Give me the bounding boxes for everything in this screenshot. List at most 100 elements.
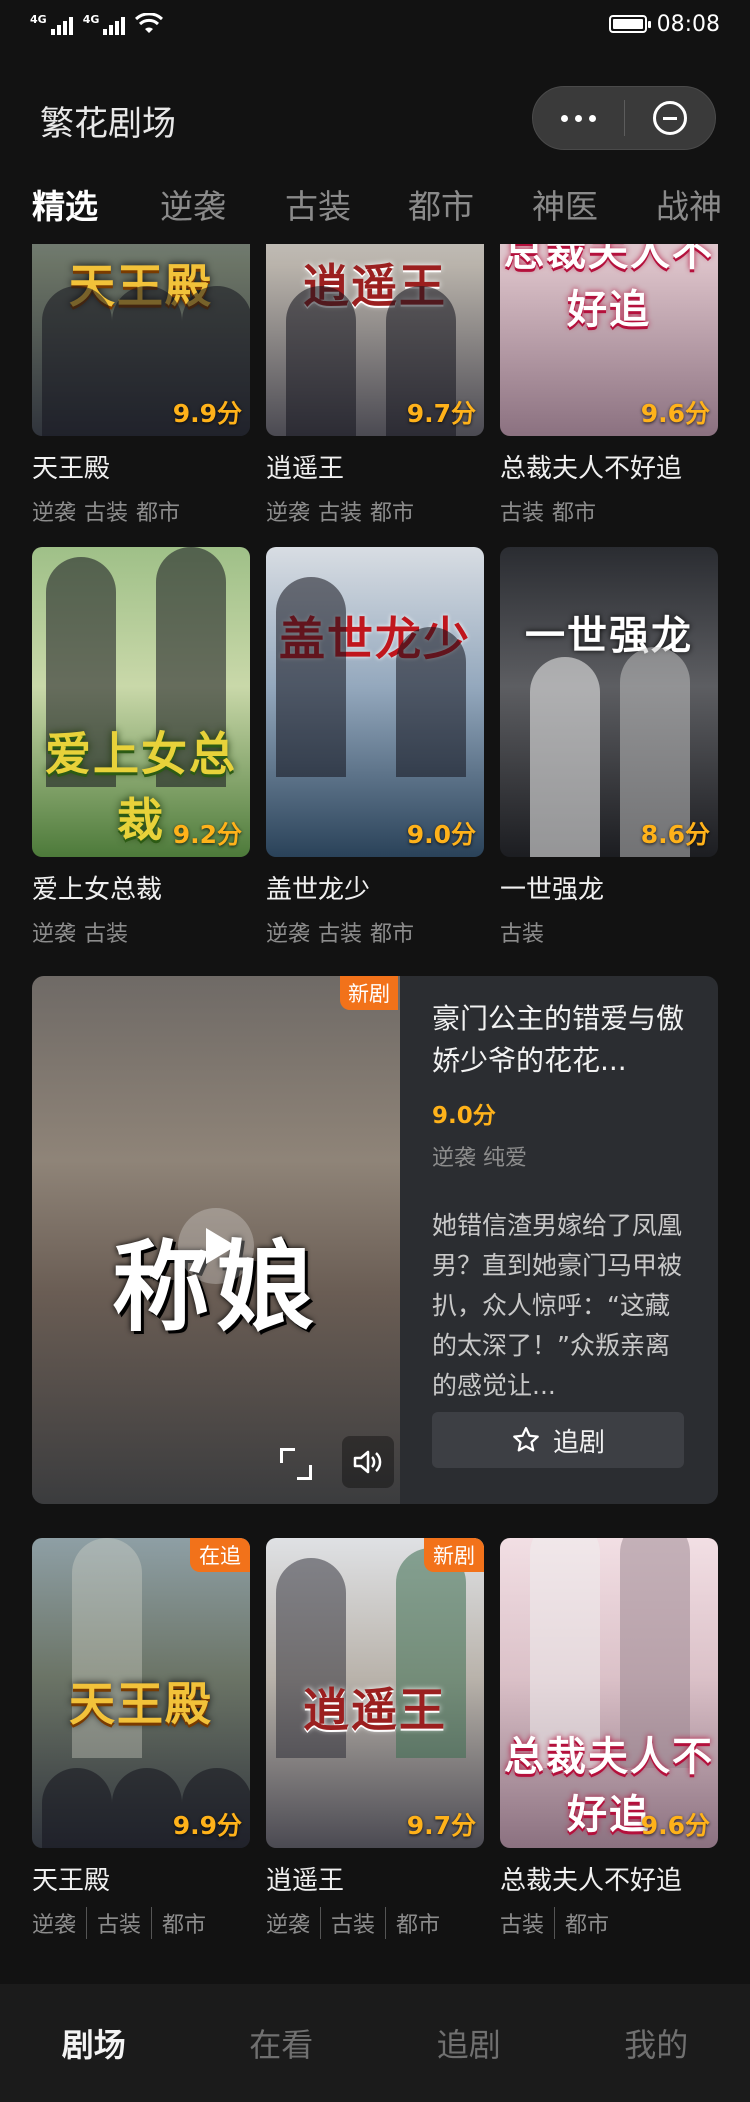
tag: 逆袭 <box>266 501 311 526</box>
category-tabs: 精选 逆袭 古装 都市 神医 战神 <box>0 180 750 240</box>
drama-tags: 逆袭 古装 <box>32 916 250 948</box>
drama-poster: 一世强龙 8.6分 <box>500 547 718 857</box>
play-icon[interactable] <box>178 1208 254 1284</box>
network-type-2: 4G <box>82 13 100 26</box>
tag: 都市 <box>136 501 181 526</box>
follow-label: 追剧 <box>552 1427 605 1458</box>
featured-tags: 逆袭 纯爱 <box>432 1146 527 1171</box>
wifi-icon <box>135 13 164 33</box>
drama-poster: 天王殿 在追 9.9分 <box>32 1538 250 1848</box>
poster-art-title: 逍遥王 <box>303 1683 447 1738</box>
speaker-icon <box>353 1450 382 1474</box>
follow-drama-button[interactable]: 追剧 <box>432 1412 684 1468</box>
drama-card[interactable]: 爱上女总裁 9.2分 爱上女总裁 逆袭 古装 <box>32 547 250 948</box>
drama-score: 8.6分 <box>640 820 710 849</box>
drama-title: 天王殿 <box>32 1866 111 1896</box>
nav-following[interactable]: 追剧 <box>375 1984 563 2102</box>
drama-tags: 逆袭 古装 都市 <box>266 1907 484 1939</box>
drama-title: 总裁夫人不好追 <box>500 1866 683 1896</box>
featured-info: 豪门公主的错爱与傲娇少爷的花花... 9.0分 逆袭 纯爱 她错信渣男嫁给了凤凰… <box>432 998 694 1406</box>
new-badge: 新剧 <box>340 976 398 1010</box>
drama-title: 盖世龙少 <box>266 875 371 905</box>
drama-poster: 爱上女总裁 9.2分 <box>32 547 250 857</box>
drama-card[interactable]: 天王殿 在追 9.9分 天王殿 逆袭 古装 都市 <box>32 1538 250 1939</box>
drama-poster: 盖世龙少 9.0分 <box>266 547 484 857</box>
drama-poster: 天王殿 9.9分 <box>32 244 250 436</box>
status-bar: 4G 4G 08:08 <box>0 0 750 48</box>
drama-card[interactable]: 一世强龙 8.6分 一世强龙 古装 <box>500 547 718 948</box>
tag: 古装 <box>318 922 363 947</box>
drama-score: 9.7分 <box>406 1811 476 1840</box>
tab-doctor[interactable]: 神医 <box>532 180 598 228</box>
drama-score: 9.6分 <box>640 399 710 428</box>
poster-art-title: 天王殿 <box>69 1677 213 1732</box>
tag: 都市 <box>552 501 597 526</box>
drama-poster: 总裁夫人不好追 9.6分 <box>500 1538 718 1848</box>
status-left: 4G 4G <box>30 13 164 35</box>
drama-score: 9.9分 <box>172 399 242 428</box>
more-icon <box>560 114 596 122</box>
drama-card[interactable]: 逍遥王 新剧 9.7分 逍遥王 逆袭 古装 都市 <box>266 1538 484 1939</box>
drama-poster: 逍遥王 新剧 9.7分 <box>266 1538 484 1848</box>
drama-tags: 古装 <box>500 916 718 948</box>
tag: 都市 <box>370 501 415 526</box>
tag: 都市 <box>151 1907 206 1939</box>
drama-title: 逍遥王 <box>266 1866 345 1896</box>
close-button[interactable] <box>625 87 716 149</box>
tag: 古装 <box>500 501 545 526</box>
more-button[interactable] <box>533 87 624 149</box>
fullscreen-icon[interactable] <box>278 1446 314 1482</box>
battery-icon <box>608 15 651 33</box>
network-type: 4G <box>30 13 47 26</box>
drama-score: 9.2分 <box>172 820 242 849</box>
bottom-nav: 剧场 在看 追剧 我的 <box>0 1984 750 2102</box>
drama-score: 9.7分 <box>406 399 476 428</box>
drama-card[interactable]: 盖世龙少 9.0分 盖世龙少 逆袭 古装 都市 <box>266 547 484 948</box>
tag: 逆袭 <box>32 922 77 947</box>
drama-tags: 古装 都市 <box>500 495 718 527</box>
drama-score: 9.0分 <box>406 820 476 849</box>
drama-card[interactable]: 天王殿 9.9分 天王殿 逆袭古装都市 <box>32 244 250 527</box>
featured-title: 豪门公主的错爱与傲娇少爷的花花... <box>432 1002 685 1077</box>
nav-mine[interactable]: 我的 <box>563 1984 750 2102</box>
featured-drama-card[interactable]: 称娘 新剧 豪门公主的错爱与傲娇少爷的花花... 9.0分 逆袭 纯爱 她错信渣… <box>32 976 718 1504</box>
tag: 都市 <box>385 1907 440 1939</box>
tab-costume[interactable]: 古装 <box>285 180 351 228</box>
drama-tags: 逆袭 古装 都市 <box>266 916 484 948</box>
drama-title: 爱上女总裁 <box>32 875 163 905</box>
tag: 古装 <box>318 501 363 526</box>
drama-title: 总裁夫人不好追 <box>500 454 683 484</box>
poster-art-title: 一世强龙 <box>525 611 693 659</box>
drama-score: 9.9分 <box>172 1811 242 1840</box>
drama-poster: 总裁夫人不好追 9.6分 <box>500 244 718 436</box>
featured-description: 她错信渣男嫁给了凤凰男？直到她豪门马甲被扒，众人惊呼：“这藏的太深了！”众叛亲离… <box>432 1211 683 1400</box>
drama-tags: 古装 都市 <box>500 1907 718 1939</box>
tag: 都市 <box>554 1907 609 1939</box>
drama-title: 逍遥王 <box>266 454 345 484</box>
drama-card[interactable]: 总裁夫人不好追 9.6分 总裁夫人不好追 古装 都市 <box>500 1538 718 1939</box>
tab-comeback[interactable]: 逆袭 <box>160 180 226 228</box>
close-icon <box>652 101 687 135</box>
following-badge: 在追 <box>190 1538 250 1572</box>
tag: 古装 <box>500 1913 545 1938</box>
drama-card[interactable]: 总裁夫人不好追 9.6分 总裁夫人不好追 古装 都市 <box>500 244 718 527</box>
tab-war-god[interactable]: 战神 <box>656 180 722 228</box>
tab-urban[interactable]: 都市 <box>408 180 474 228</box>
tag: 都市 <box>370 922 415 947</box>
mini-program-capsule <box>532 86 716 150</box>
poster-art-title: 总裁夫人不好追 <box>504 244 714 333</box>
drama-card[interactable]: 逍遥王 9.7分 逍遥王 逆袭 古装 都市 <box>266 244 484 527</box>
new-badge: 新剧 <box>424 1538 484 1572</box>
tab-featured[interactable]: 精选 <box>32 180 98 228</box>
nav-watching[interactable]: 在看 <box>188 1984 376 2102</box>
volume-icon[interactable] <box>342 1436 394 1488</box>
tag: 古装 <box>500 922 545 947</box>
tag: 古装 <box>320 1907 375 1939</box>
nav-theater[interactable]: 剧场 <box>0 1984 188 2102</box>
drama-title: 天王殿 <box>32 454 111 484</box>
tag: 古装 <box>84 922 129 947</box>
drama-title: 一世强龙 <box>500 875 605 905</box>
star-icon <box>513 1427 539 1452</box>
video-player[interactable]: 称娘 新剧 <box>32 976 400 1504</box>
clock: 08:08 <box>656 11 720 37</box>
